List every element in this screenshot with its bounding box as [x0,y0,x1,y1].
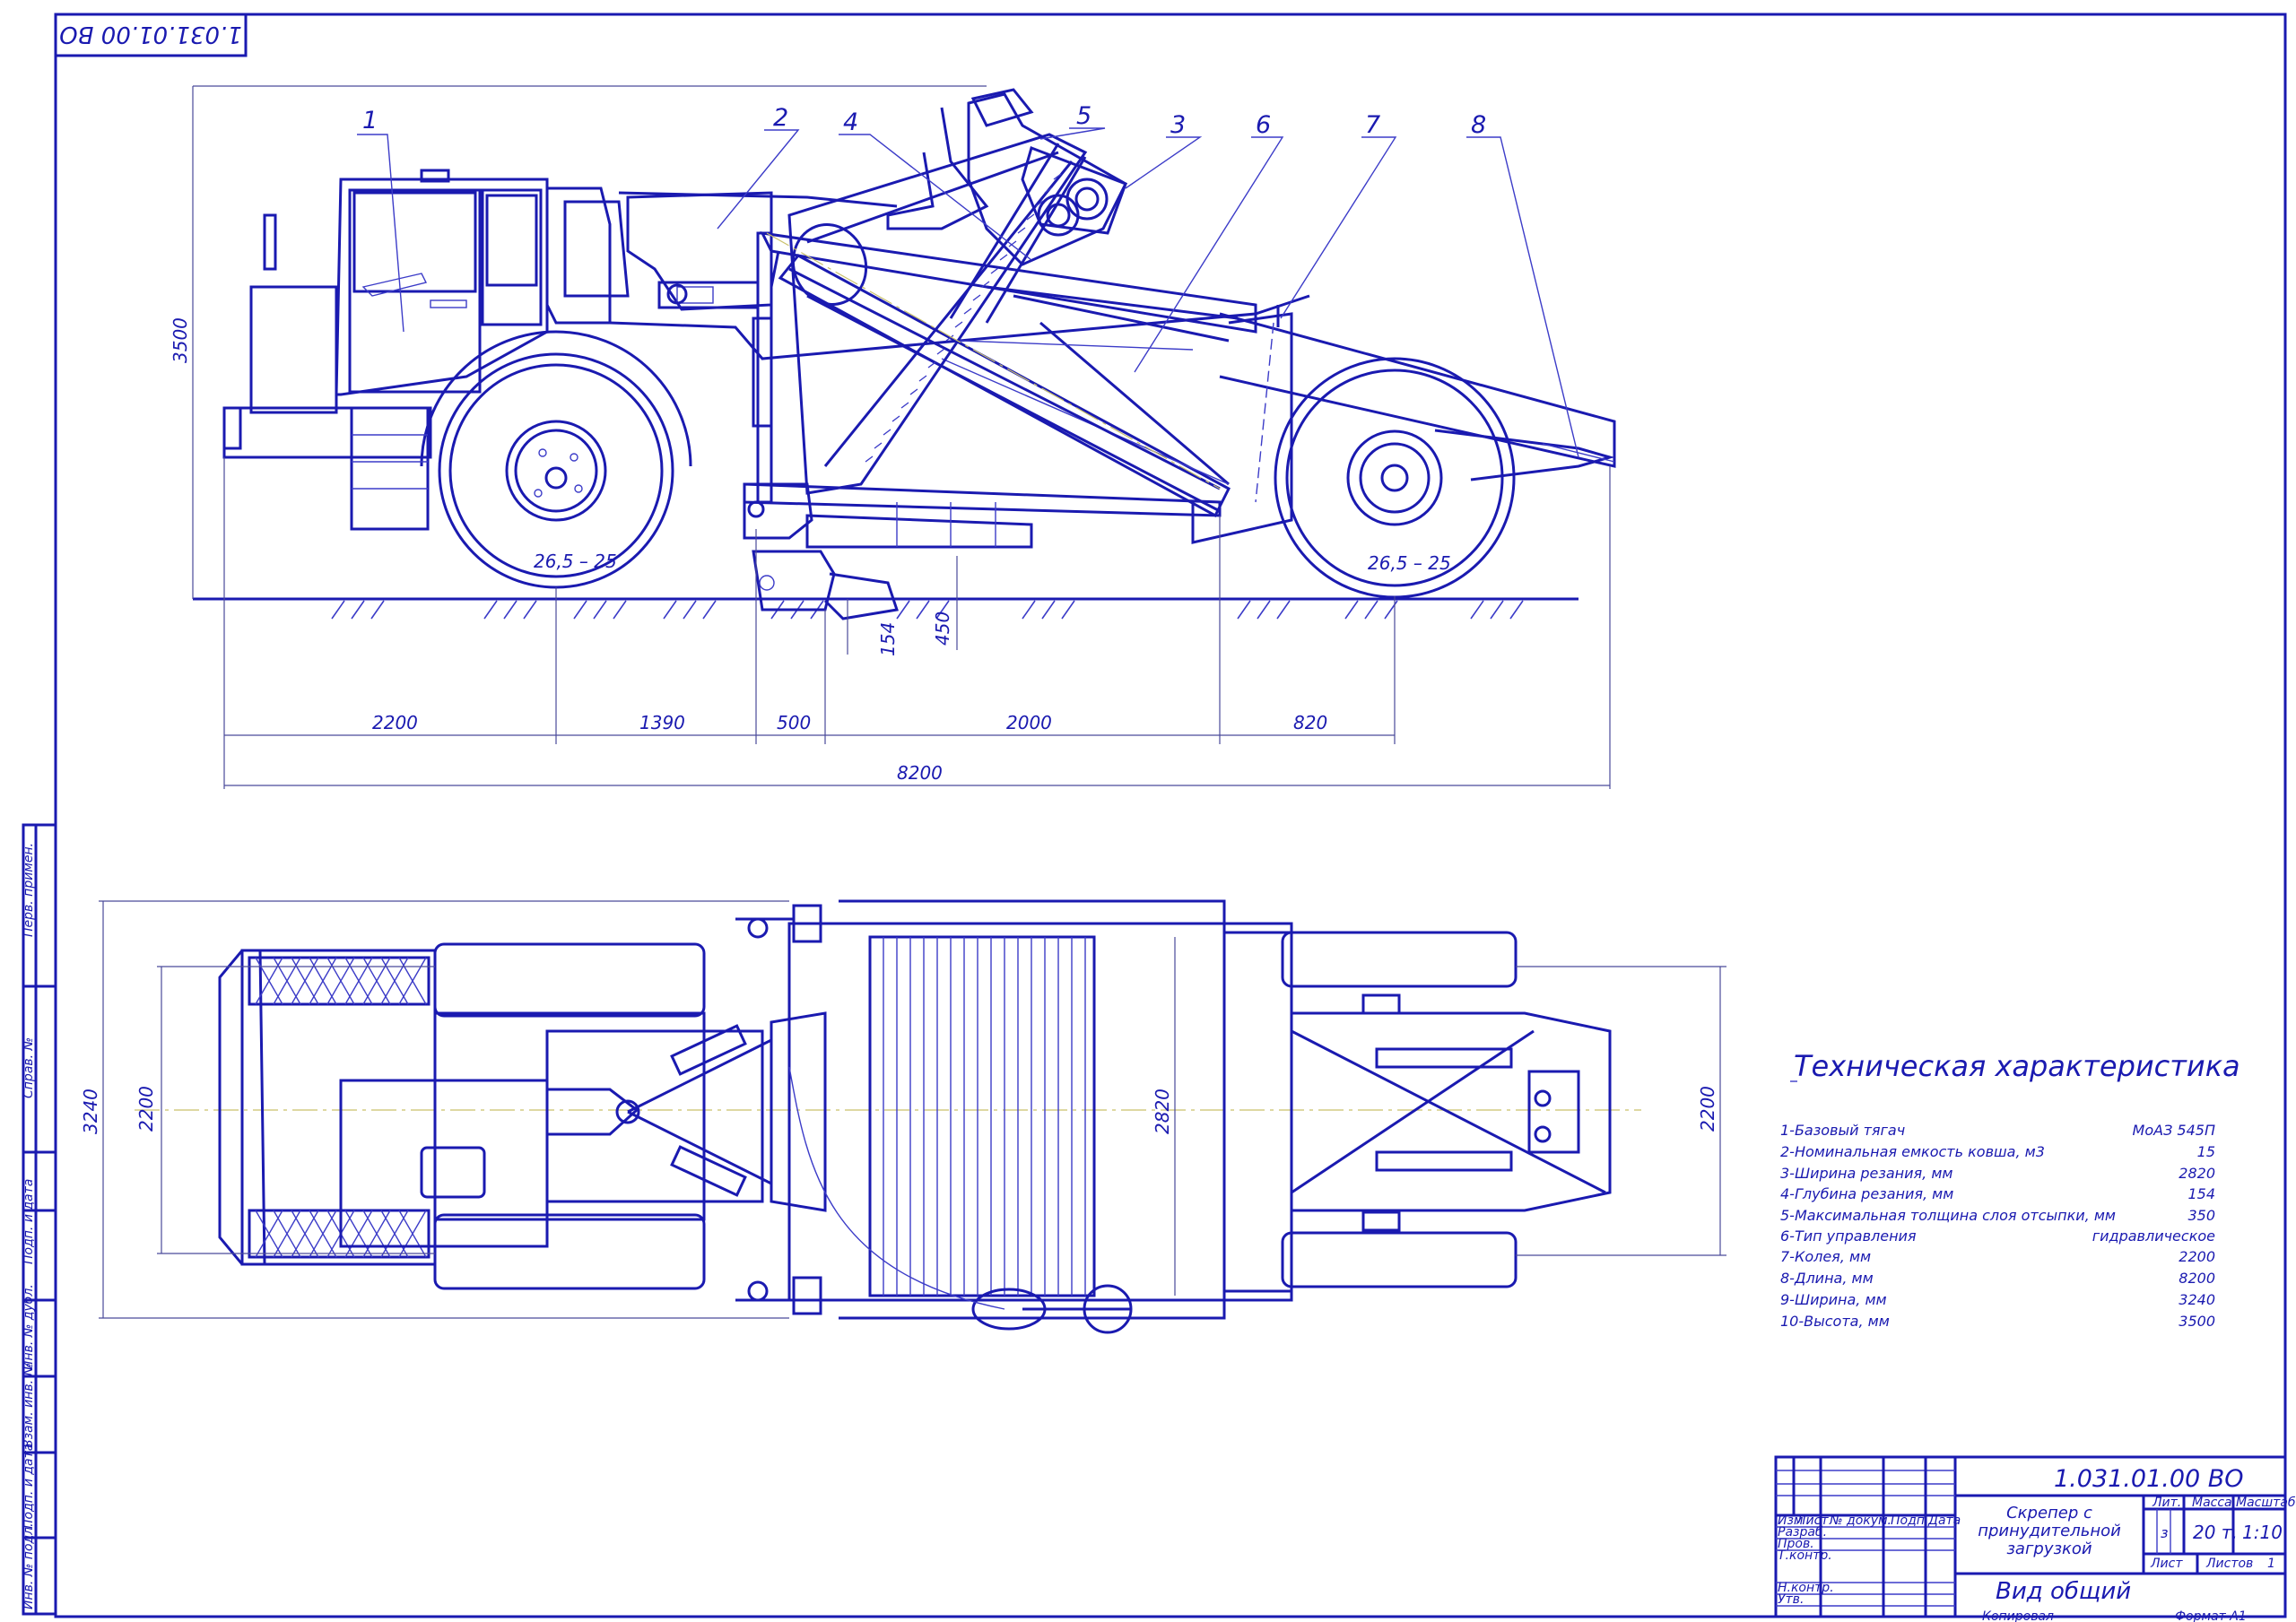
spec-row-2-value: 15 [2197,1143,2215,1160]
title-code: 1.031.01.00 ВО [2054,1465,2244,1493]
rev-podp: Подп. [1891,1514,1928,1528]
value-lit: з [2161,1524,2169,1541]
dim-depth-450: 450 [932,612,953,646]
spec-row-5-value: 350 [2187,1207,2215,1224]
mirrored-code-text: 1.031.01.00 ВО [59,21,242,48]
callout-2: 2 [773,104,788,132]
spec-row-7-label: 7-Колея, мм [1780,1248,1871,1265]
spec-row-1-value: МоАЗ 545П [2133,1122,2215,1139]
value-scale: 1:10 [2242,1522,2283,1543]
spec-row-1-label: 1-Базовый тягач [1780,1122,1905,1139]
rev-dokum: № докум. [1829,1514,1892,1528]
dim-seg-820: 820 [1293,712,1327,733]
stamp-sprav: Справ. № [22,1037,36,1098]
side-stamp-column: Перв. примен. Справ. № Подп. и дата Инв.… [22,823,57,1616]
view-name: Вид общий [1996,1578,2131,1605]
stamp-podp-data-1: Подп. и дата [22,1179,36,1264]
spec-row-10-value: 3500 [2179,1313,2215,1330]
spec-row-6-value: гидравлическое [2092,1227,2215,1245]
stamp-inv-dubl: Инв. № дубл. [22,1284,36,1370]
spec-row-8-label: 8-Длина, мм [1780,1270,1874,1287]
tractor-body [222,169,898,531]
spec-row-6-label: 6-Тип управления [1780,1227,1917,1245]
role-tkontr: Т.контр. [1778,1548,1832,1563]
format-label: Формат А1 [2175,1609,2247,1622]
stamp-perv-primen: Перв. примен. [22,843,36,937]
dim-seg-1390: 1390 [639,712,685,733]
callout-1: 1 [362,107,378,134]
spec-row-10-label: 10-Высота, мм [1780,1313,1890,1330]
spec-row-5-label: 5-Максимальная толщина слоя отсыпки, мм [1780,1207,2116,1224]
dim-plan-2200-right: 2200 [1697,1086,1718,1132]
dim-depth-154: 154 [877,622,899,656]
dim-plan-2820: 2820 [1152,1089,1173,1134]
spec-row-4-value: 154 [2187,1185,2215,1202]
plan-view: 3240 2200 2820 2200 [80,899,1726,1334]
drawing-frame [54,13,2287,1618]
dim-seg-2200: 2200 [372,712,418,733]
dim-height: 3500 [170,317,191,363]
callout-3: 3 [1170,111,1186,139]
title-line-3: загрузкой [2006,1540,2092,1558]
title-block: 1.031.01.00 ВО Изм Лист № докум. Подп. Д… [1774,1455,2296,1622]
rev-data: Дата [1927,1514,1961,1528]
hdr-sheet: Лист [2150,1557,2183,1571]
callout-4: 4 [843,108,858,136]
spec-row-4-label: 4-Глубина резания, мм [1780,1185,1953,1202]
spec-row-2-label: 2-Номинальная емкость ковша, м3 [1780,1143,2045,1160]
stamp-inv-podl: Инв. № подл. [22,1522,36,1609]
dim-plan-2200-left: 2200 [135,1086,157,1132]
hdr-sheets: Листов [2205,1557,2253,1571]
callout-7: 7 [1365,111,1380,139]
callout-8: 8 [1471,111,1486,139]
spec-row-3-value: 2820 [2179,1165,2215,1182]
value-mass: 20 т. [2193,1522,2238,1543]
hdr-scale: Масштаб [2236,1496,2296,1510]
ground-hatch [331,600,1524,620]
scraper-frame [609,88,1616,620]
spec-table: Техническая характеристика 1-Базовый тяг… [1780,1049,2240,1330]
dim-seg-2000: 2000 [1006,712,1052,733]
mirrored-code-box: 1.031.01.00 ВО [54,13,248,57]
spec-row-8-value: 8200 [2179,1270,2215,1287]
dim-plan-3240: 3240 [80,1089,101,1134]
spec-row-9-value: 3240 [2179,1291,2215,1308]
spec-title: Техническая характеристика [1794,1049,2240,1083]
title-line-1: Скрепер с [2006,1504,2092,1522]
value-sheets: 1 [2267,1557,2275,1571]
callout-5: 5 [1076,102,1091,130]
copied-label: Копировал [1982,1609,2054,1622]
spec-row-9-label: 9-Ширина, мм [1780,1291,1887,1308]
rear-tire-label: 26,5 – 25 [1368,552,1451,574]
hdr-lit: Лит. [2152,1496,2181,1510]
spec-row-3-label: 3-Ширина резания, мм [1780,1165,1952,1182]
title-line-2: принудительной [1978,1522,2121,1540]
front-wheel: 26,5 – 25 [420,330,692,589]
dim-seg-500: 500 [777,712,811,733]
spec-row-7-value: 2200 [2179,1248,2215,1265]
role-utv: Утв. [1778,1592,1804,1607]
stamp-vzam-inv: Взам. инв. № [22,1363,36,1448]
bucket-slats [883,937,1086,1296]
callout-6: 6 [1256,111,1271,139]
front-tire-label: 26,5 – 25 [534,551,617,572]
side-view: 26,5 – 25 26,5 – 25 1 2 4 5 3 6 7 8 3500… [170,85,1616,789]
stamp-podp-data-2: Подп. и дата [22,1444,36,1529]
drawing-sheet: 1.031.01.00 ВО Перв. примен. Справ. № По… [22,13,2296,1622]
dim-length-8200: 8200 [897,762,943,784]
hdr-mass: Масса [2192,1496,2232,1510]
